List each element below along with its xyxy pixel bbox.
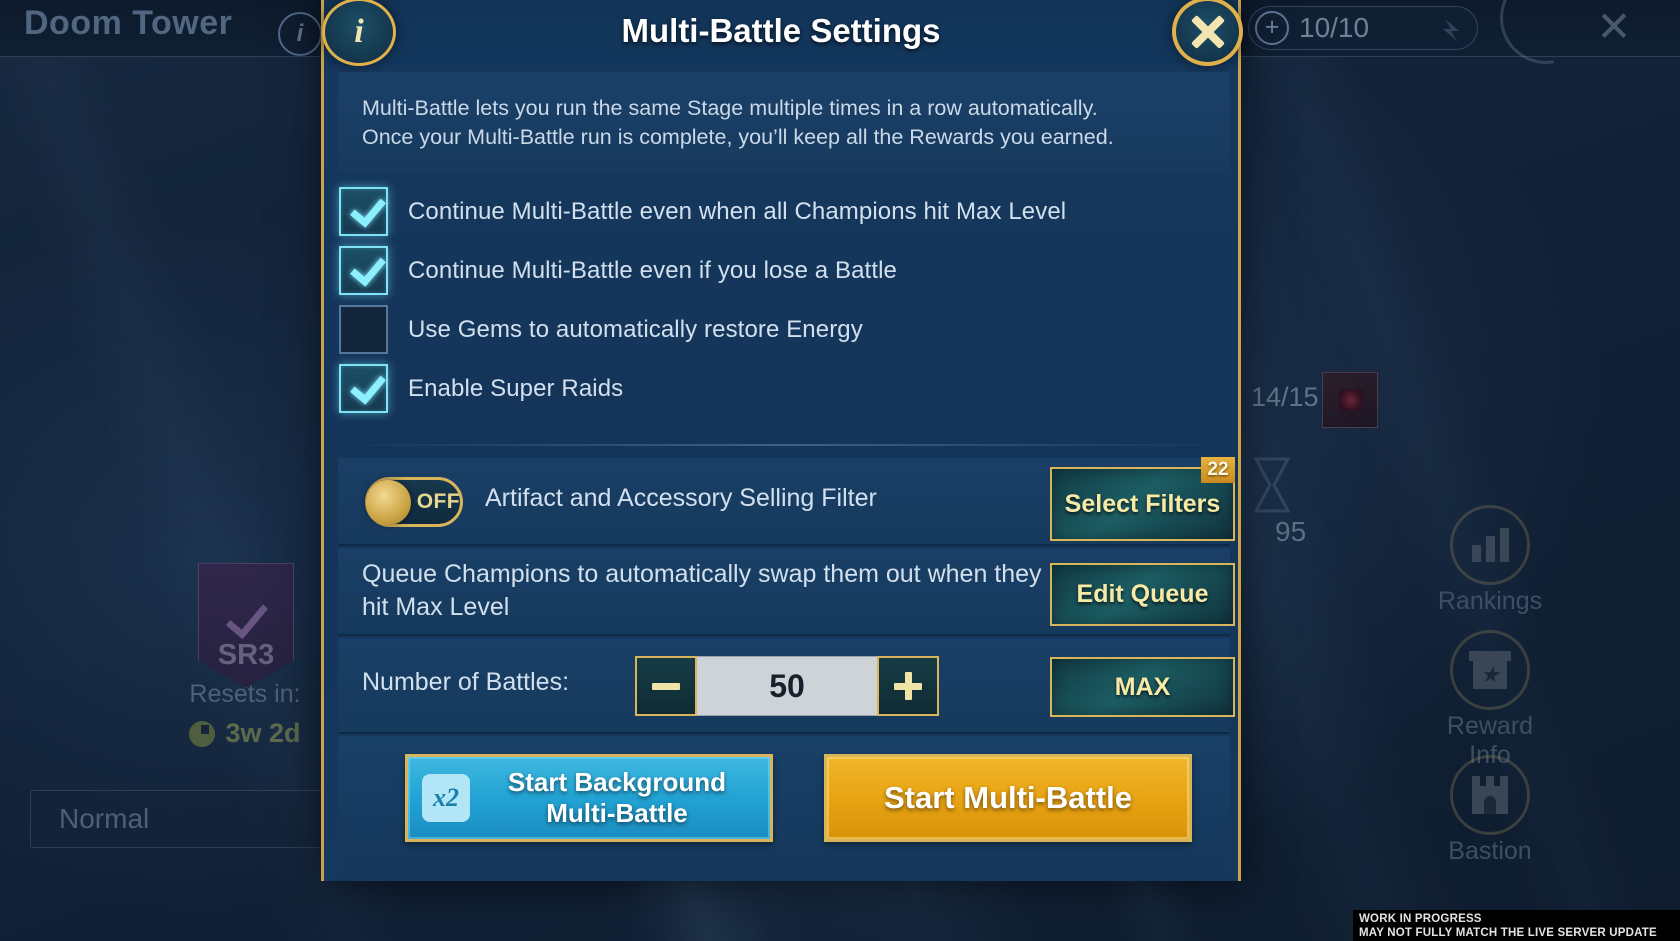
stage-rank-label: SR3 xyxy=(217,639,275,671)
battles-count-input[interactable]: 50 xyxy=(697,656,877,716)
stage-boss-icon xyxy=(1322,372,1378,428)
watermark-line-2: MAY NOT FULLY MATCH THE LIVE SERVER UPDA… xyxy=(1359,926,1657,939)
checkbox-max-level[interactable] xyxy=(339,187,388,236)
sidebar-item-bastion[interactable]: Bastion xyxy=(1437,755,1543,866)
checkbox-label: Continue Multi-Battle even if you lose a… xyxy=(408,256,897,284)
hourglass-icon xyxy=(1253,457,1291,513)
checkbox-row-lose-battle[interactable]: Continue Multi-Battle even if you lose a… xyxy=(338,241,1230,300)
check-icon xyxy=(225,594,269,640)
background-close-icon[interactable]: ✕ xyxy=(1592,6,1636,50)
start-background-multi-battle-button[interactable]: x2 Start Background Multi-Battle xyxy=(405,754,773,842)
close-button[interactable] xyxy=(1172,0,1243,66)
resets-value: 3w 2d xyxy=(225,718,301,748)
sidebar-item-rankings[interactable]: Rankings xyxy=(1437,505,1543,616)
resets-timer: 3w 2d xyxy=(140,718,350,749)
description-line-2: Once your Multi-Battle run is complete, … xyxy=(362,125,1114,149)
watermark-line-1: WORK IN PROGRESS xyxy=(1359,913,1482,925)
close-icon xyxy=(1189,13,1227,51)
checkbox-label: Use Gems to automatically restore Energy xyxy=(408,315,863,343)
selling-filter-toggle[interactable]: OFF xyxy=(365,477,463,527)
dialog-footer: x2 Start Background Multi-Battle Start M… xyxy=(338,736,1230,881)
select-filters-label: Select Filters xyxy=(1064,489,1221,518)
castle-icon xyxy=(1450,755,1530,835)
decrement-button[interactable] xyxy=(635,656,697,716)
edit-queue-label: Edit Queue xyxy=(1076,580,1209,608)
add-energy-icon[interactable]: + xyxy=(1255,11,1289,45)
description-line-1: Multi-Battle lets you run the same Stage… xyxy=(362,96,1098,120)
start-multi-battle-button[interactable]: Start Multi-Battle xyxy=(824,754,1192,842)
energy-icon xyxy=(1443,19,1459,41)
selling-filter-row: OFF Artifact and Accessory Selling Filte… xyxy=(338,457,1235,546)
filter-count-badge: 22 xyxy=(1201,457,1235,483)
x2-speed-icon: x2 xyxy=(422,774,470,822)
checkbox-label: Continue Multi-Battle even when all Cham… xyxy=(408,197,1067,225)
increment-button[interactable] xyxy=(877,656,939,716)
sidebar-item-label: Rankings xyxy=(1437,587,1543,615)
selling-filter-label: Artifact and Accessory Selling Filter xyxy=(485,484,877,512)
checkbox-super-raids[interactable] xyxy=(339,364,388,413)
section-divider xyxy=(338,444,1230,446)
stage-progress: 14/15 xyxy=(1251,382,1319,412)
start-background-line-1: Start Background xyxy=(507,767,727,797)
checkbox-row-max-level[interactable]: Continue Multi-Battle even when all Cham… xyxy=(338,182,1230,241)
checkbox-label: Enable Super Raids xyxy=(408,374,624,402)
toggle-state-label: OFF xyxy=(416,490,460,513)
options-checkbox-list: Continue Multi-Battle even when all Cham… xyxy=(338,182,1230,418)
checkbox-row-super-raids[interactable]: Enable Super Raids xyxy=(338,359,1230,418)
select-filters-button[interactable]: Select Filters 22 xyxy=(1050,457,1235,541)
start-background-label: Start Background Multi-Battle xyxy=(470,767,770,829)
bar-chart-icon xyxy=(1450,505,1530,585)
max-button[interactable]: MAX xyxy=(1050,657,1235,717)
toggle-knob xyxy=(366,479,411,525)
energy-meter[interactable]: + 10/10 xyxy=(1248,6,1478,50)
dialog-title: Multi-Battle Settings xyxy=(621,12,941,49)
work-in-progress-watermark: WORK IN PROGRESS MAY NOT FULLY MATCH THE… xyxy=(1353,910,1680,941)
queue-champions-row: Queue Champions to automatically swap th… xyxy=(338,548,1235,636)
reward-chest-icon: ★ xyxy=(1450,630,1530,710)
dialog-header: Multi-Battle Settings xyxy=(324,0,1238,65)
number-of-battles-row: Number of Battles: 50 MAX xyxy=(338,638,1235,734)
plus-icon-vertical xyxy=(904,672,912,700)
minus-icon xyxy=(652,682,680,690)
sidebar-item-reward-info[interactable]: ★ Reward Info xyxy=(1437,630,1543,770)
queue-champions-label: Queue Champions to automatically swap th… xyxy=(362,560,1042,621)
checkbox-use-gems[interactable] xyxy=(339,305,388,354)
max-label: MAX xyxy=(1114,672,1171,701)
start-background-line-2: Multi-Battle xyxy=(546,798,688,828)
energy-value: 10/10 xyxy=(1299,12,1370,43)
multi-battle-settings-dialog: Multi-Battle Settings i Multi-Battle let… xyxy=(321,0,1243,881)
info-icon[interactable]: i xyxy=(278,12,322,56)
clock-icon xyxy=(189,720,216,747)
page-title: Doom Tower xyxy=(24,4,233,42)
battles-quantity-stepper: 50 xyxy=(635,656,939,716)
stage-score: 95 xyxy=(1275,516,1307,547)
info-icon[interactable]: i xyxy=(322,0,396,66)
sidebar-item-label: Bastion xyxy=(1448,837,1532,865)
resets-label: Resets in: xyxy=(189,680,301,708)
difficulty-selector[interactable]: Normal xyxy=(30,790,330,848)
dialog-description: Multi-Battle lets you run the same Stage… xyxy=(338,72,1230,174)
checkbox-lose-battle[interactable] xyxy=(339,246,388,295)
start-multi-battle-label: Start Multi-Battle xyxy=(884,780,1132,815)
edit-queue-button[interactable]: Edit Queue xyxy=(1050,563,1235,626)
checkbox-row-use-gems[interactable]: Use Gems to automatically restore Energy xyxy=(338,300,1230,359)
number-of-battles-label: Number of Battles: xyxy=(362,668,570,696)
